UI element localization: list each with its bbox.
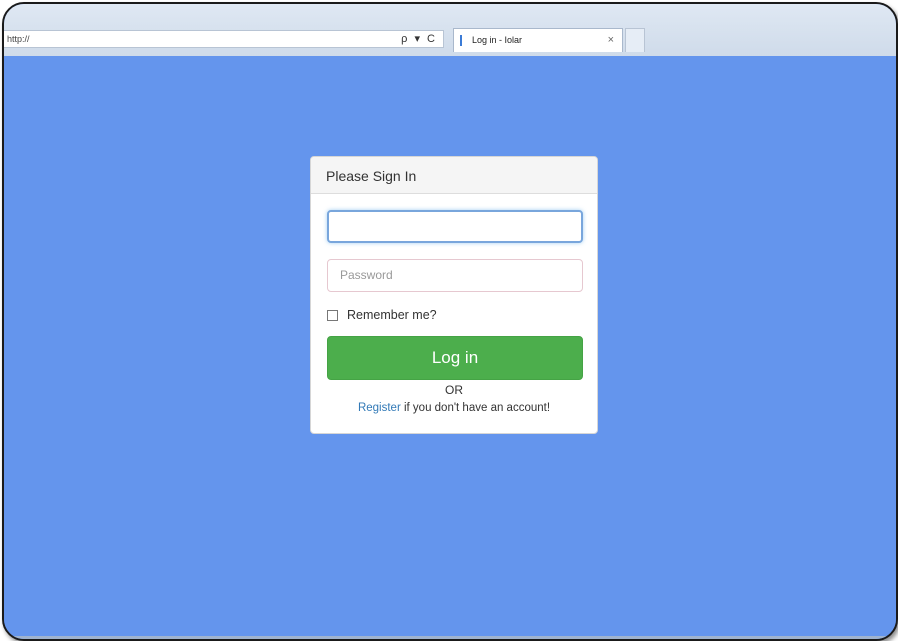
password-input[interactable]: Password xyxy=(327,259,583,292)
address-bar[interactable]: http:// ρ ▾ C xyxy=(4,30,444,48)
bottom-bar xyxy=(4,636,896,639)
or-separator: OR xyxy=(445,383,463,397)
search-refresh-icons[interactable]: ρ ▾ C xyxy=(401,31,437,47)
tab-log-in[interactable]: Log in - Iolar × xyxy=(453,28,623,52)
remember-me-label: Remember me? xyxy=(347,308,437,322)
tab-title: Log in - Iolar xyxy=(472,35,523,45)
browser-toolbar: http:// ρ ▾ C Log in - Iolar × xyxy=(4,4,896,57)
browser-window: http:// ρ ▾ C Log in - Iolar × Please Si… xyxy=(2,2,898,641)
log-in-button[interactable]: Log in xyxy=(327,336,583,380)
page-icon xyxy=(460,35,468,46)
username-input[interactable] xyxy=(327,210,583,243)
register-link[interactable]: Register xyxy=(358,402,401,414)
remember-me-checkbox[interactable] xyxy=(327,309,338,321)
register-line: Register if you don't have an account! xyxy=(311,402,597,414)
new-tab-button[interactable] xyxy=(625,28,645,52)
page-content: Please Sign In Password Remember me? Log… xyxy=(4,56,896,639)
address-text: http:// xyxy=(7,34,30,44)
sign-in-panel: Please Sign In Password Remember me? Log… xyxy=(310,156,598,434)
remember-me[interactable]: Remember me? xyxy=(327,308,437,322)
close-icon[interactable]: × xyxy=(608,34,614,46)
panel-heading: Please Sign In xyxy=(311,157,597,194)
register-suffix: if you don't have an account! xyxy=(400,402,551,414)
